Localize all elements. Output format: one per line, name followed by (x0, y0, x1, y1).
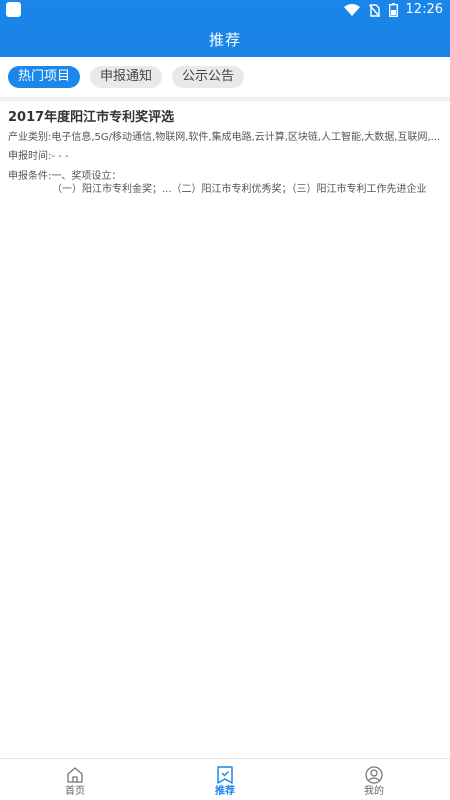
status-time: 12:26 (405, 2, 443, 17)
nav-label: 我的 (364, 786, 384, 797)
nav-label: 首页 (65, 786, 85, 797)
project-card[interactable]: 2017年度阳江市专利奖评选 产业类别:电子信息,5G/移动通信,物联网,软件,… (8, 110, 442, 197)
home-icon (67, 767, 83, 783)
nav-home[interactable]: 首页 (35, 762, 115, 800)
industry-category: 产业类别:电子信息,5G/移动通信,物联网,软件,集成电路,云计算,区块链,人工… (8, 132, 441, 143)
status-icons (344, 3, 398, 17)
no-sim-icon (369, 3, 380, 17)
tab-public-announcements[interactable]: 公示公告 (172, 66, 245, 88)
declare-time: 申报时间:- - - (8, 151, 69, 162)
status-bar: 12:26 (0, 0, 450, 20)
nav-recommend[interactable]: 推荐 (185, 762, 265, 800)
declare-conditions: 申报条件:一、奖项设立： (8, 171, 122, 182)
tab-label: 公示公告 (182, 69, 235, 84)
page-title: 推荐 (208, 31, 241, 49)
tab-label: 申报通知 (100, 69, 153, 84)
nav-mine[interactable]: 我的 (334, 762, 414, 800)
battery-icon (389, 3, 398, 17)
bottom-navigation: 首页 推荐 我的 (0, 758, 450, 800)
app-screen: 12:26 推荐 热门项目 申报通知 公示公告 2017年度阳江市专利奖评选 产… (0, 0, 450, 800)
tab-declaration-notices[interactable]: 申报通知 (90, 66, 163, 88)
declare-conditions-detail: （一）阳江市专利金奖；...（二）阳江市专利优秀奖；（三）阳江市专利工作先进企业 (52, 184, 427, 195)
user-icon (365, 766, 383, 784)
category-tabs: 热门项目 申报通知 公示公告 (0, 57, 450, 97)
bookmark-icon (217, 766, 233, 784)
section-divider (0, 97, 450, 101)
tab-hot-projects[interactable]: 热门项目 (8, 66, 81, 88)
app-notification-icon (6, 2, 21, 17)
project-title: 2017年度阳江市专利奖评选 (8, 110, 175, 125)
tab-label: 热门项目 (18, 69, 71, 84)
nav-label: 推荐 (215, 786, 235, 797)
wifi-icon (344, 4, 360, 16)
app-header: 12:26 推荐 (0, 0, 450, 57)
